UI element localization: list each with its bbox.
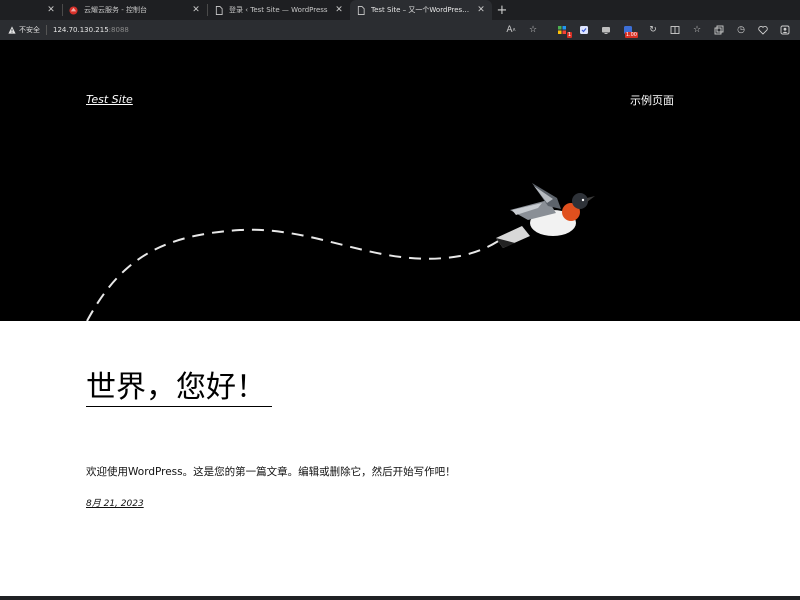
url-host: 124.70.130.215 xyxy=(53,26,109,34)
tab-1[interactable]: ✕ xyxy=(0,0,62,20)
extension-badge: 1 xyxy=(566,32,572,38)
close-icon[interactable]: ✕ xyxy=(191,5,201,15)
bird-icon xyxy=(496,183,595,248)
split-screen-icon[interactable] xyxy=(667,22,683,38)
counter-extension-icon[interactable]: 1.00 xyxy=(620,22,638,38)
close-icon[interactable]: ✕ xyxy=(334,5,344,15)
collections-icon[interactable] xyxy=(711,22,727,38)
tab-title: Test Site – 又一个WordPress站点 xyxy=(371,6,470,14)
warning-icon xyxy=(8,26,16,34)
refresh-extension-icon[interactable]: ↻ xyxy=(645,22,661,38)
nav-link-sample-page[interactable]: 示例页面 xyxy=(630,92,674,108)
post-date-link[interactable]: 8月 21, 2023 xyxy=(86,496,144,509)
tab-strip: ✕ 云耀云服务 - 控制台 ✕ 登录 ‹ Test Site — WordPre… xyxy=(0,0,800,20)
security-label: 不安全 xyxy=(19,26,40,34)
page-icon xyxy=(214,5,223,15)
shield-extension-icon[interactable] xyxy=(576,22,592,38)
security-indicator[interactable]: 不安全 xyxy=(4,23,44,37)
close-icon[interactable]: ✕ xyxy=(46,5,56,15)
favorites-icon[interactable]: ☆ xyxy=(689,22,705,38)
post-title-link[interactable]: 世界，您好！ xyxy=(86,370,272,407)
heartbeat-icon[interactable] xyxy=(755,22,771,38)
extension-icon[interactable]: 1 xyxy=(554,22,572,38)
url-port: :8088 xyxy=(108,26,129,34)
extension-badge: 1.00 xyxy=(624,32,638,38)
new-tab-button[interactable]: + xyxy=(492,0,512,20)
tab-title: 登录 ‹ Test Site — WordPress xyxy=(229,6,328,14)
tab-2[interactable]: 云耀云服务 - 控制台 ✕ xyxy=(63,0,207,20)
flight-path-line xyxy=(86,228,501,321)
site-title-link[interactable]: Test Site xyxy=(86,93,133,106)
window-bottom-edge xyxy=(0,596,800,600)
monitor-extension-icon[interactable] xyxy=(598,22,614,38)
close-icon[interactable]: ✕ xyxy=(476,5,486,15)
tab-3[interactable]: 登录 ‹ Test Site — WordPress ✕ xyxy=(208,0,350,20)
read-aloud-icon[interactable]: Aʌ xyxy=(503,22,519,38)
header-hero: Test Site 示例页面 xyxy=(0,40,800,321)
web-page: Test Site 示例页面 世界，您好！ 欢迎使用WordPress。这是您的… xyxy=(0,40,800,600)
profile-icon[interactable] xyxy=(777,22,793,38)
url-field[interactable]: 124.70.130.215:8088 xyxy=(53,26,129,34)
address-toolbar: 不安全 124.70.130.215:8088 Aʌ ☆ 1 1.00 ↻ ☆ … xyxy=(0,20,800,40)
favorite-star-icon[interactable]: ☆ xyxy=(525,22,541,38)
huawei-cloud-icon xyxy=(69,5,78,15)
history-icon[interactable]: ◷ xyxy=(733,22,749,38)
tab-title: 云耀云服务 - 控制台 xyxy=(84,6,147,14)
bird-flight-illustration xyxy=(86,183,595,321)
tab-4-active[interactable]: Test Site – 又一个WordPress站点 ✕ xyxy=(350,0,492,20)
page-icon xyxy=(356,5,365,15)
post-excerpt: 欢迎使用WordPress。这是您的第一篇文章。编辑或删除它，然后开始写作吧！ xyxy=(86,466,456,478)
address-divider xyxy=(46,25,47,35)
